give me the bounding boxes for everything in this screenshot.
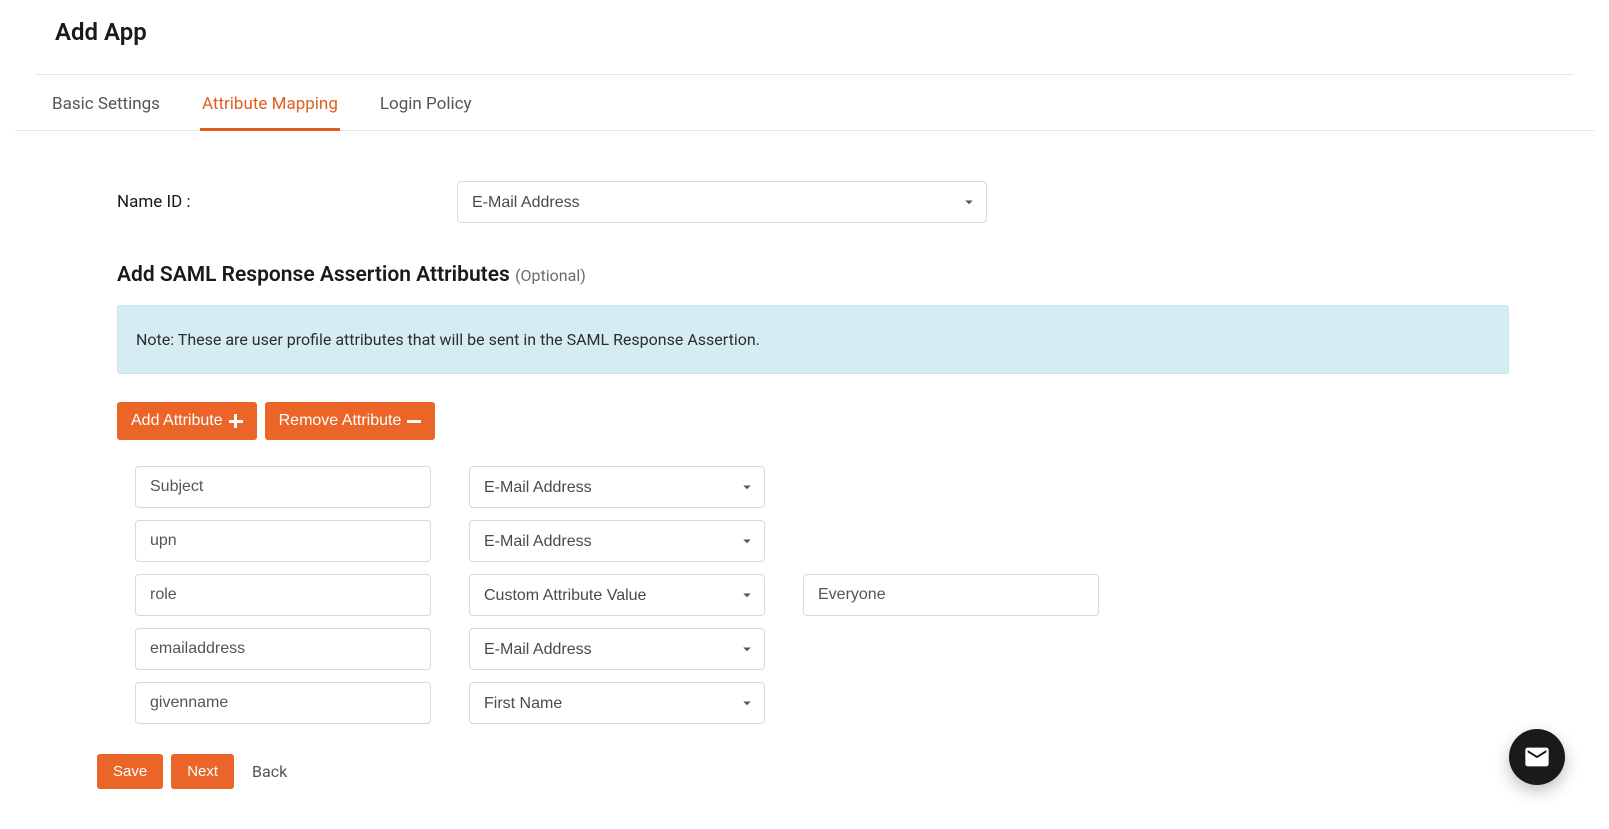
divider: [35, 74, 1574, 75]
attribute-table: E-Mail Address E-Mail Address Custom Att…: [117, 466, 1509, 724]
assertion-optional: (Optional): [515, 266, 586, 285]
note-box: Note: These are user profile attributes …: [117, 305, 1509, 374]
attribute-row: E-Mail Address: [135, 520, 1509, 562]
back-link[interactable]: Back: [252, 762, 287, 781]
attribute-mapping-select[interactable]: E-Mail Address: [469, 466, 765, 508]
attribute-mapping-select[interactable]: E-Mail Address: [469, 520, 765, 562]
tab-basic-settings[interactable]: Basic Settings: [50, 80, 162, 130]
nameid-select[interactable]: E-Mail Address: [457, 181, 987, 223]
attribute-mapping-select[interactable]: Custom Attribute Value: [469, 574, 765, 616]
remove-attribute-label: Remove Attribute: [279, 412, 402, 430]
attribute-name-input[interactable]: [135, 628, 431, 670]
attribute-mapping-select[interactable]: E-Mail Address: [469, 628, 765, 670]
tab-attribute-mapping[interactable]: Attribute Mapping: [200, 80, 340, 131]
tabs: Basic Settings Attribute Mapping Login P…: [15, 80, 1594, 131]
attribute-name-input[interactable]: [135, 682, 431, 724]
attribute-row: E-Mail Address: [135, 628, 1509, 670]
chat-fab[interactable]: [1509, 729, 1565, 785]
attribute-name-input[interactable]: [135, 466, 431, 508]
attribute-row: E-Mail Address: [135, 466, 1509, 508]
attribute-row: First Name: [135, 682, 1509, 724]
assertion-heading: Add SAML Response Assertion Attributes (…: [117, 263, 1509, 287]
attribute-name-input[interactable]: [135, 520, 431, 562]
next-button[interactable]: Next: [171, 754, 234, 789]
add-attribute-label: Add Attribute: [131, 412, 223, 430]
assertion-heading-text: Add SAML Response Assertion Attributes: [117, 263, 510, 287]
attribute-custom-value-input[interactable]: [803, 574, 1099, 616]
page-title: Add App: [35, 10, 1574, 74]
nameid-label: Name ID :: [117, 192, 457, 212]
tab-login-policy[interactable]: Login Policy: [378, 80, 474, 130]
attribute-name-input[interactable]: [135, 574, 431, 616]
plus-icon: [229, 414, 243, 428]
add-attribute-button[interactable]: Add Attribute: [117, 402, 257, 440]
mail-icon: [1523, 743, 1551, 771]
save-button[interactable]: Save: [97, 754, 163, 789]
minus-icon: [407, 414, 421, 428]
remove-attribute-button[interactable]: Remove Attribute: [265, 402, 436, 440]
attribute-row: Custom Attribute Value: [135, 574, 1509, 616]
nameid-row: Name ID : E-Mail Address: [117, 181, 1509, 223]
attribute-mapping-select[interactable]: First Name: [469, 682, 765, 724]
